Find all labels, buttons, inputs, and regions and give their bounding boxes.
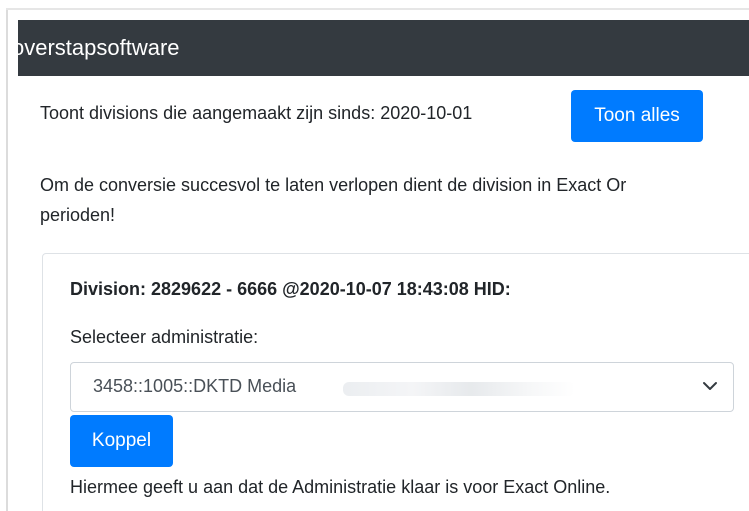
conversion-notice: Om de conversie succesvol te laten verlo… <box>40 170 749 230</box>
division-title: Division: 2829622 - 6666 @2020-10-07 18:… <box>70 279 511 299</box>
frame-top-border <box>6 8 749 10</box>
navbar: overstapsoftware <box>18 20 749 76</box>
administration-select-value: 3458::1005::DKTD Media <box>93 376 297 396</box>
navbar-brand[interactable]: overstapsoftware <box>18 35 180 60</box>
show-all-button[interactable]: Toon alles <box>571 90 703 142</box>
link-button[interactable]: Koppel <box>70 415 173 467</box>
administration-select-label: Selecteer administratie: <box>70 327 259 347</box>
filter-description: Toont divisions die aangemaakt zijn sind… <box>40 103 473 123</box>
notice-line-1: Om de conversie succesvol te laten verlo… <box>40 175 627 195</box>
frame-left-border <box>6 10 8 511</box>
administration-select[interactable]: 3458::1005::DKTD Media <box>70 362 734 412</box>
app-frame: overstapsoftware Toont divisions die aan… <box>0 0 749 511</box>
notice-line-2: perioden! <box>40 205 116 225</box>
redacted-text <box>343 382 575 396</box>
help-text: Hiermee geeft u aan dat de Administratie… <box>70 477 611 497</box>
chevron-down-icon <box>703 382 717 390</box>
